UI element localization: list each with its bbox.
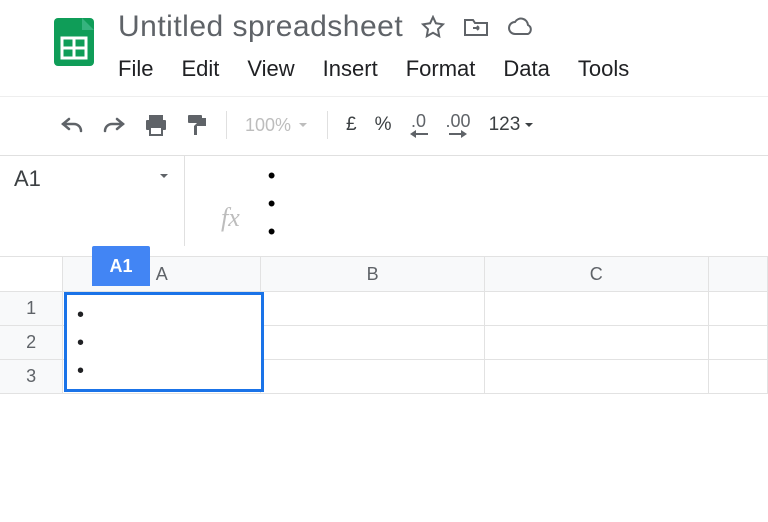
formula-bar-value[interactable]: • • • — [268, 156, 276, 246]
fx-label: fx — [221, 169, 240, 233]
undo-icon[interactable] — [60, 115, 84, 135]
star-icon[interactable] — [421, 15, 445, 39]
redo-icon[interactable] — [102, 115, 126, 135]
name-box[interactable]: A1 — [0, 156, 185, 246]
cell-c1[interactable] — [485, 292, 709, 326]
currency-button[interactable]: £ — [346, 114, 357, 136]
cell[interactable] — [709, 360, 768, 394]
decrease-decimal-button[interactable]: .0 — [410, 112, 428, 138]
cell-b2[interactable] — [261, 326, 485, 360]
active-cell-overlay[interactable]: • • • — [64, 292, 264, 392]
cell-b3[interactable] — [261, 360, 485, 394]
column-header[interactable] — [709, 256, 768, 292]
doc-title[interactable]: Untitled spreadsheet — [118, 10, 403, 44]
menu-tools[interactable]: Tools — [578, 56, 629, 82]
row-header-1[interactable]: 1 — [0, 292, 63, 326]
menu-edit[interactable]: Edit — [181, 56, 219, 82]
row-header-3[interactable]: 3 — [0, 360, 63, 394]
active-cell-tab: A1 — [92, 246, 150, 286]
menu-bar: File Edit View Insert Format Data Tools — [118, 56, 768, 82]
percent-button[interactable]: % — [375, 114, 392, 136]
sheets-logo-icon — [48, 16, 100, 68]
name-box-value: A1 — [14, 166, 41, 192]
menu-file[interactable]: File — [118, 56, 153, 82]
cloud-saved-icon[interactable] — [507, 17, 535, 37]
column-header-b[interactable]: B — [261, 256, 485, 292]
print-icon[interactable] — [144, 114, 168, 136]
cell-b1[interactable] — [261, 292, 485, 326]
cell-c2[interactable] — [485, 326, 709, 360]
zoom-dropdown[interactable]: 100% — [245, 115, 309, 136]
menu-insert[interactable]: Insert — [323, 56, 378, 82]
menu-view[interactable]: View — [247, 56, 294, 82]
toolbar-separator — [226, 111, 227, 139]
increase-decimal-button[interactable]: .00 — [446, 112, 471, 138]
chevron-down-icon — [158, 170, 170, 182]
move-to-folder-icon[interactable] — [463, 16, 489, 38]
cell[interactable] — [709, 292, 768, 326]
header: Untitled spreadsheet File Edit View Inse… — [0, 0, 768, 82]
toolbar-separator — [327, 111, 328, 139]
paint-format-icon[interactable] — [186, 113, 208, 137]
formula-bar[interactable]: fx • • • — [185, 156, 275, 246]
cell-c3[interactable] — [485, 360, 709, 394]
column-header-c[interactable]: C — [485, 256, 709, 292]
menu-data[interactable]: Data — [503, 56, 549, 82]
more-formats-button[interactable]: 123 — [489, 114, 535, 136]
toolbar: 100% £ % .0 .00 123 — [0, 111, 768, 139]
select-all-corner[interactable] — [0, 256, 63, 292]
row-header-2[interactable]: 2 — [0, 326, 63, 360]
spreadsheet-grid: A1 A B C 1 2 3 • • • — [0, 256, 768, 394]
menu-format[interactable]: Format — [406, 56, 476, 82]
cell[interactable] — [709, 326, 768, 360]
